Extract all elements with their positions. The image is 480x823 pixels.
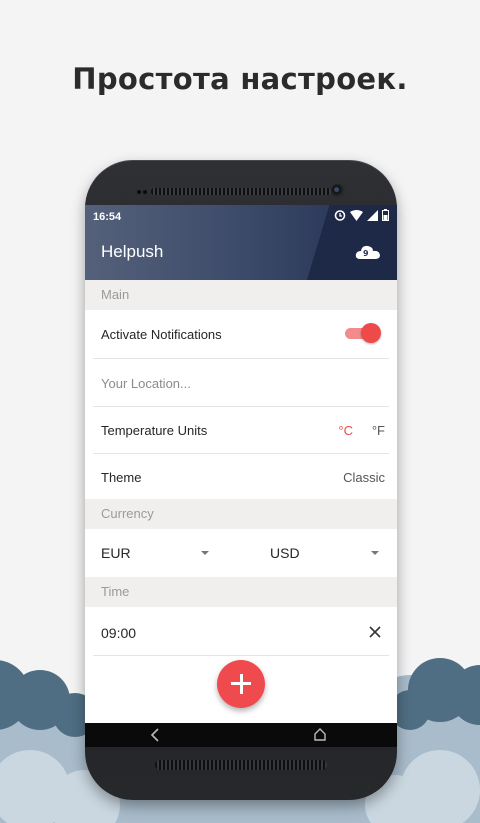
chevron-down-icon[interactable] <box>371 551 379 555</box>
battery-icon <box>382 209 389 221</box>
temperature-label: Temperature Units <box>101 423 208 438</box>
sensor-dot <box>137 190 141 194</box>
svg-text:9: 9 <box>363 249 369 258</box>
status-time: 16:54 <box>93 211 122 223</box>
alarm-icon <box>334 210 346 221</box>
app-title: Helpush <box>101 242 164 261</box>
status-icons <box>334 209 389 221</box>
location-row[interactable]: Your Location... <box>93 359 389 407</box>
currency-row: EUR USD <box>93 529 389 577</box>
section-main: Main <box>85 280 397 310</box>
currency-to-select[interactable]: USD <box>270 545 300 561</box>
bottom-speaker <box>155 760 327 770</box>
notifications-row[interactable]: Activate Notifications <box>93 310 389 359</box>
status-bar: 16:54 <box>85 205 397 227</box>
phone-frame: 16:54 Helpush 9 Main Activate Notificati… <box>85 160 397 800</box>
theme-row[interactable]: Theme Classic <box>93 454 389 499</box>
headline: Простота настроек. <box>72 62 408 96</box>
app-bar: 16:54 Helpush 9 <box>85 205 397 280</box>
time-value[interactable]: 09:00 <box>101 625 136 641</box>
section-currency: Currency <box>85 499 397 529</box>
section-time: Time <box>85 577 397 607</box>
back-icon[interactable] <box>149 728 161 742</box>
temperature-row: Temperature Units °C °F <box>93 407 389 454</box>
fahrenheit-option[interactable]: °F <box>372 423 385 438</box>
toggle-knob <box>361 323 381 343</box>
chevron-down-icon[interactable] <box>201 551 209 555</box>
earpiece-speaker <box>151 188 331 195</box>
time-row[interactable]: 09:00 <box>93 607 389 656</box>
home-icon[interactable] <box>313 727 327 741</box>
location-input[interactable]: Your Location... <box>101 376 191 391</box>
theme-label: Theme <box>101 470 142 485</box>
celsius-option[interactable]: °C <box>338 423 353 438</box>
notifications-toggle[interactable] <box>345 323 381 343</box>
signal-icon <box>367 209 378 221</box>
screen: 16:54 Helpush 9 Main Activate Notificati… <box>85 205 397 723</box>
front-camera <box>331 184 345 198</box>
weather-cloud-icon[interactable]: 9 <box>355 243 381 261</box>
sensor-dot <box>143 190 147 194</box>
plus-icon-vertical <box>239 674 243 694</box>
wifi-icon <box>350 209 363 221</box>
close-icon[interactable] <box>369 626 381 638</box>
system-nav-bar <box>85 723 397 747</box>
currency-from-select[interactable]: EUR <box>101 545 131 561</box>
add-button[interactable] <box>217 660 265 708</box>
notifications-label: Activate Notifications <box>101 327 222 342</box>
theme-value: Classic <box>343 470 385 485</box>
